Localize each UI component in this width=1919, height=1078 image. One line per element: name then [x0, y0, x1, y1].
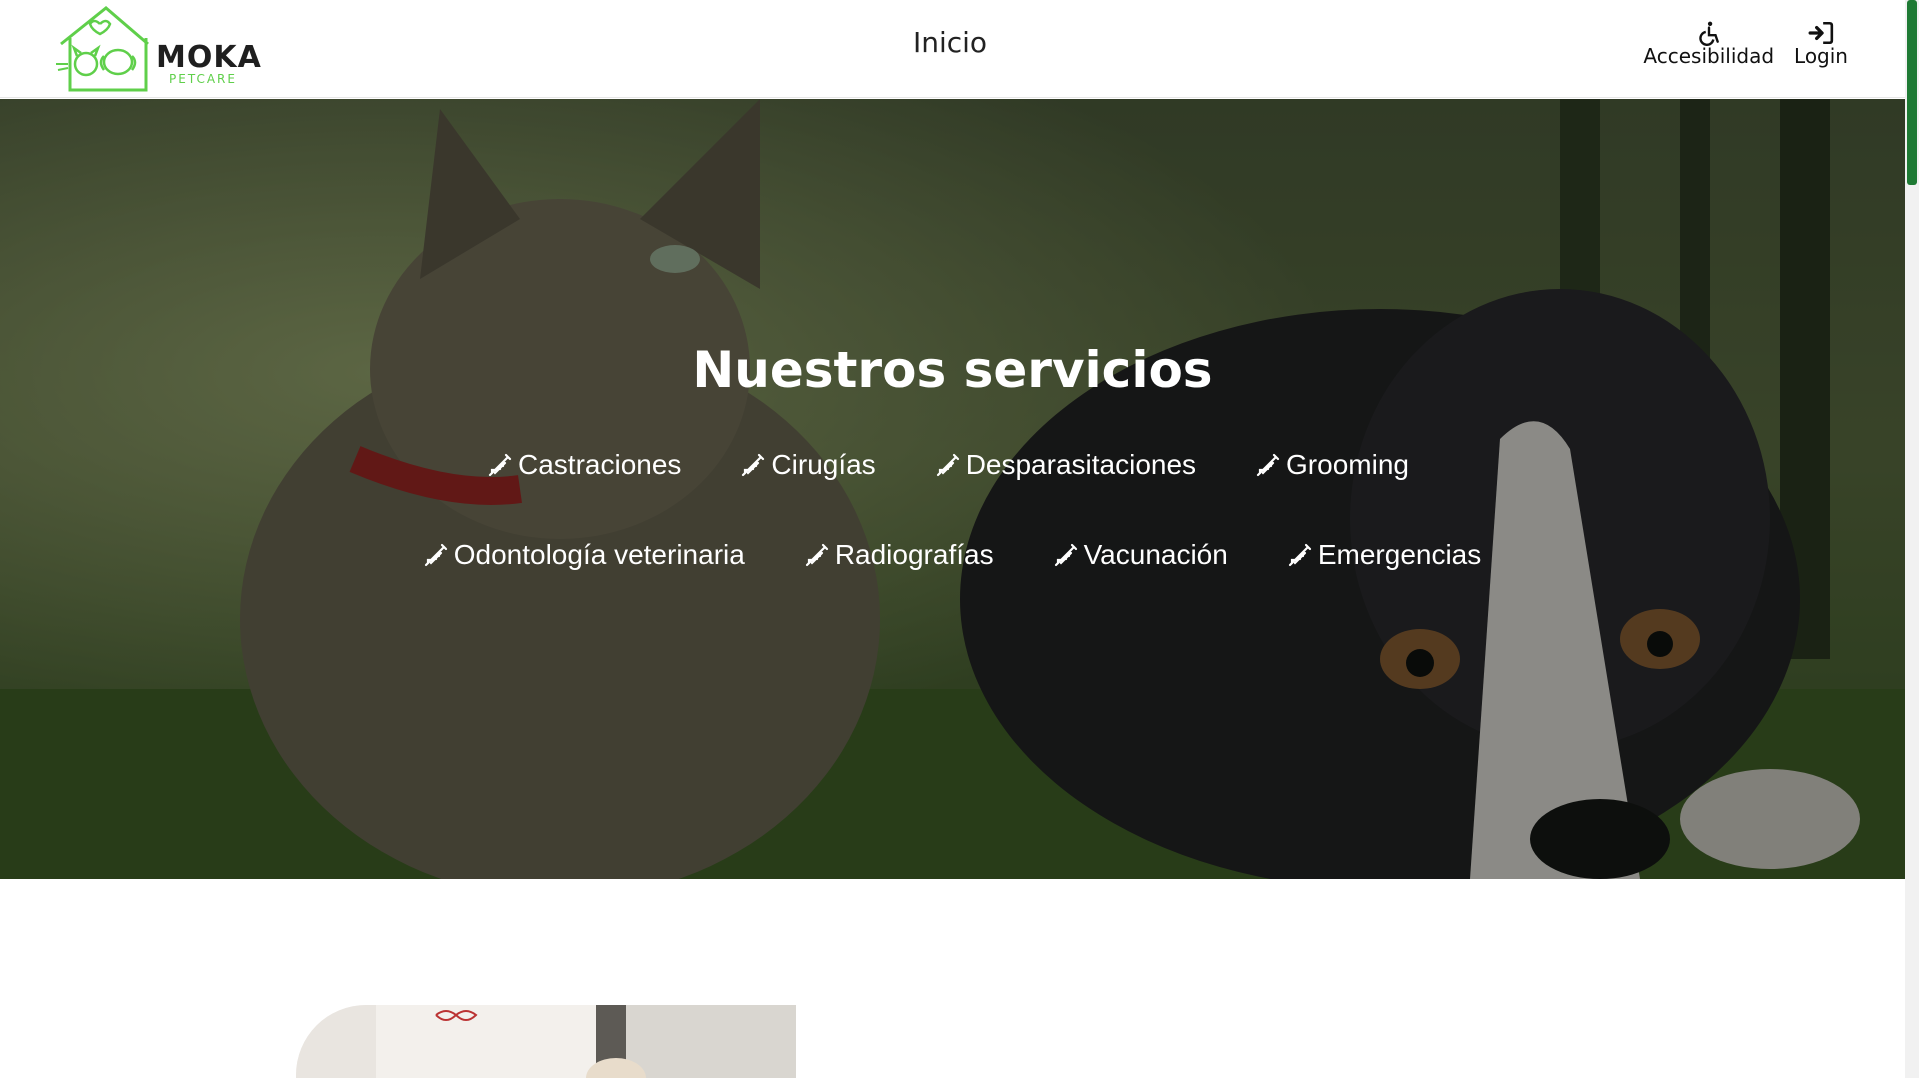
logo-wordmark: MOKA: [156, 40, 262, 75]
moka-petcare-logo[interactable]: MOKA PETCARE: [56, 4, 261, 94]
page-scrollbar[interactable]: [1905, 0, 1919, 1078]
syringe-icon: [1054, 543, 1077, 567]
syringe-icon: [936, 453, 959, 477]
accessibility-button[interactable]: Accesibilidad: [1643, 20, 1774, 68]
hero-banner: Nuestros servicios Castraciones Cirugías…: [0, 99, 1905, 879]
syringe-icon: [742, 453, 765, 477]
syringe-icon: [488, 453, 512, 477]
service-radiografias[interactable]: Radiografías: [805, 539, 994, 571]
service-odontologia[interactable]: Odontología veterinaria: [424, 539, 745, 571]
service-label: Castraciones: [518, 449, 682, 480]
login-button[interactable]: Login: [1794, 20, 1848, 68]
services-row-1: Castraciones Cirugías Desparasitaciones …: [0, 449, 1905, 481]
service-label: Emergencias: [1317, 539, 1482, 570]
service-emergencias[interactable]: Emergencias: [1288, 539, 1481, 571]
login-icon: [1808, 21, 1834, 45]
clinic-photo: [296, 1005, 796, 1078]
service-label: Odontología veterinaria: [453, 539, 745, 570]
service-grooming[interactable]: Grooming: [1256, 449, 1409, 481]
service-cirugias[interactable]: Cirugías: [741, 449, 876, 481]
service-label: Vacunación: [1083, 539, 1228, 570]
service-castraciones[interactable]: Castraciones: [488, 449, 681, 481]
syringe-icon: [805, 543, 828, 567]
hero-dark-overlay: [0, 99, 1905, 879]
login-label: Login: [1794, 44, 1848, 68]
service-vacunacion[interactable]: Vacunación: [1054, 539, 1228, 571]
wheelchair-icon: [1699, 21, 1719, 46]
service-label: Grooming: [1286, 449, 1409, 480]
hero-title: Nuestros servicios: [692, 341, 1213, 399]
service-label: Radiografías: [834, 539, 994, 570]
service-desparasitaciones[interactable]: Desparasitaciones: [936, 449, 1196, 481]
accessibility-label: Accesibilidad: [1643, 44, 1775, 68]
nav-link-inicio[interactable]: Inicio: [880, 26, 1020, 59]
syringe-icon: [1288, 543, 1311, 567]
nav-right-actions: Accesibilidad Login: [1643, 20, 1848, 68]
scrollbar-thumb[interactable]: [1907, 0, 1917, 185]
house-pets-logo-icon: [56, 6, 149, 92]
service-label: Desparasitaciones: [965, 449, 1197, 480]
syringe-icon: [1256, 453, 1280, 477]
logo-subtitle: PETCARE: [169, 72, 237, 86]
content-section: [0, 879, 1905, 1078]
syringe-icon: [424, 543, 447, 567]
service-label: Cirugías: [771, 449, 876, 480]
top-navbar: MOKA PETCARE Inicio Accesibilidad Login: [0, 0, 1905, 98]
services-row-2: Odontología veterinaria Radiografías Vac…: [0, 539, 1905, 571]
